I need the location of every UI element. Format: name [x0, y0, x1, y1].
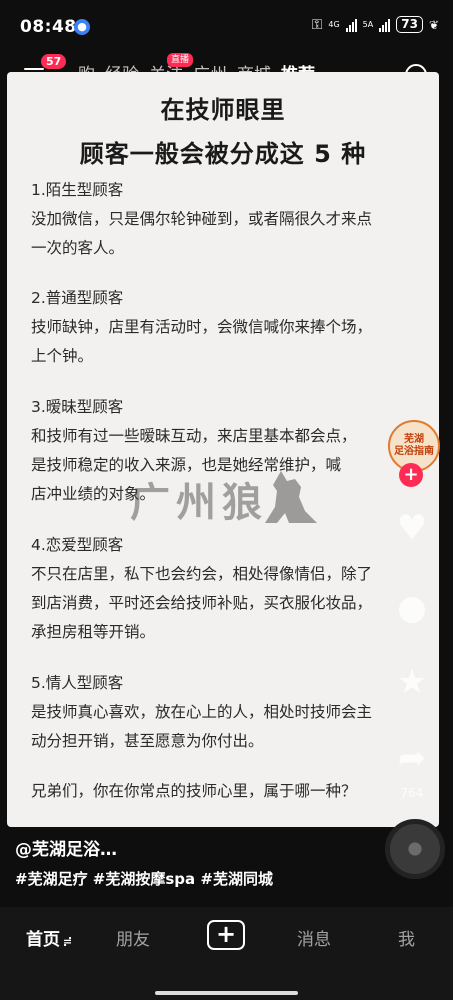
network-label-2: 5A [362, 19, 374, 29]
network-label-1: 4G [328, 19, 340, 29]
watermark-text: 广州狼 [130, 480, 268, 526]
section-heading: 3.暧昧型顾客 [31, 398, 124, 416]
nav-messages[interactable]: 消息 [297, 925, 331, 950]
closing-question: 兄弟们，你在你常点的技师心里，属于哪一种？ [31, 782, 357, 800]
hashtags[interactable]: #芜湖足疗 #芜湖按摩spa #芜湖同城 [15, 868, 273, 889]
live-badge: 直播 [167, 53, 193, 67]
like-heart-icon[interactable]: ♥ [392, 510, 432, 546]
post-info: @芜湖足浴… #芜湖足疗 #芜湖按摩spa #芜湖同城 [0, 819, 453, 907]
share-count: 764 [400, 786, 424, 800]
share-icon[interactable]: ➦ [392, 740, 432, 776]
wolf-watermark-icon [265, 471, 317, 523]
section-body: 不只在店里，私下也会约会，相处得像情侣，除了 到店消费，平时还会给技师补贴，买衣… [31, 565, 373, 641]
signal-icon-2 [379, 18, 391, 32]
key-icon: ⚿ [311, 16, 323, 33]
bottom-navigation: 首页 ≓ 朋友 + 消息 我 [0, 907, 453, 1000]
nav-me[interactable]: 我 [398, 925, 415, 950]
post-title-line1: 在技师眼里 [160, 96, 286, 124]
message-notification-icon: ● [74, 19, 90, 35]
status-bar: 08:48 ● ⚿ 4G 5A 73 ❦ [0, 0, 453, 56]
section-body: 是技师真心喜欢，放在心上的人，相处时技师会主 动分担开销，甚至愿意为你付出。 [31, 703, 373, 750]
post-image[interactable]: 在技师眼里 顾客一般会被分成这 5 种 1.陌生型顾客 没加微信，只是偶尔轮钟碰… [7, 72, 439, 827]
create-post-button[interactable]: + [207, 920, 245, 950]
menu-notification-badge: 57 [41, 54, 67, 69]
section-heading: 2.普通型顾客 [31, 289, 124, 307]
section-heading: 4.恋爱型顾客 [31, 536, 124, 554]
eco-leaf-icon: ❦ [428, 17, 439, 32]
nav-friends[interactable]: 朋友 [116, 925, 150, 950]
battery-level: 73 [396, 16, 423, 33]
home-indicator [155, 991, 298, 995]
clock: 08:48 [20, 17, 77, 37]
signal-icon [345, 18, 357, 32]
feed-switch-icon: ≓ [63, 935, 73, 948]
section-body: 没加微信，只是偶尔轮钟碰到，或者隔很久才来点 一次的客人。 [31, 210, 373, 257]
favorite-star-icon[interactable]: ★ [392, 664, 432, 700]
comment-icon[interactable]: ● [392, 590, 432, 626]
music-disc-icon[interactable] [385, 819, 445, 879]
author-name[interactable]: @芜湖足浴… [15, 835, 117, 860]
status-icons: ⚿ 4G 5A 73 ❦ [312, 16, 439, 33]
nav-home-label: 首页 [26, 930, 60, 950]
post-title-line2: 顾客一般会被分成这 5 种 [79, 140, 367, 168]
section-heading: 5.情人型顾客 [31, 674, 124, 692]
follow-button[interactable]: + [399, 463, 423, 487]
nav-home[interactable]: 首页 ≓ [26, 925, 72, 950]
section-body: 技师缺钟，店里有活动时，会微信喊你来捧个场， 上个钟。 [31, 318, 373, 365]
section-heading: 1.陌生型顾客 [31, 181, 124, 199]
